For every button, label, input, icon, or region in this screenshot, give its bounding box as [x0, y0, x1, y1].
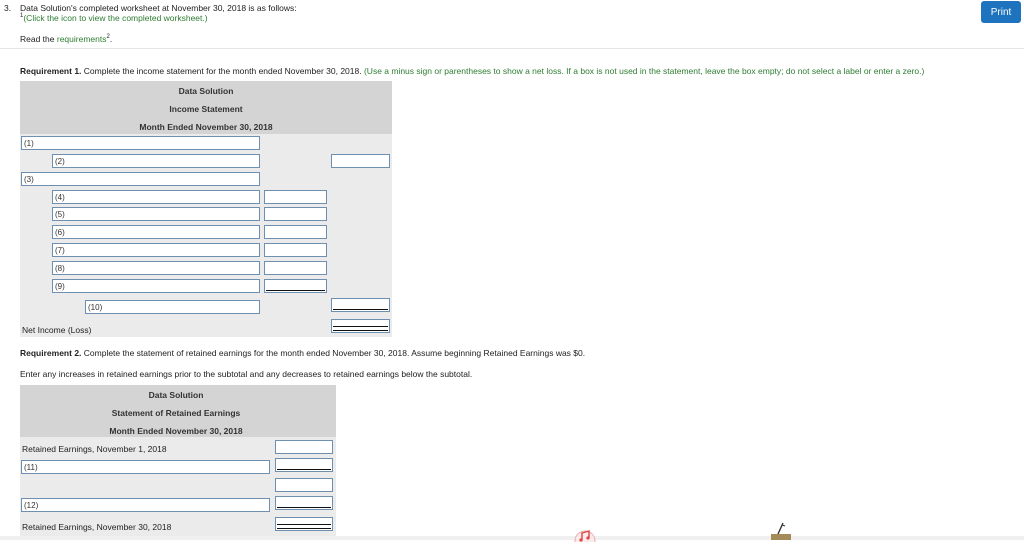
amount-input-8[interactable] — [264, 261, 327, 275]
beginning-retained-input[interactable] — [275, 440, 333, 454]
account-select-12[interactable]: (12) — [21, 498, 270, 512]
amount-input-5[interactable] — [264, 207, 327, 221]
amount-input-6[interactable] — [264, 225, 327, 239]
account-select-4[interactable]: (4) — [52, 190, 260, 204]
net-income-input[interactable] — [331, 319, 390, 333]
requirement-2-instructions: Requirement 2. Complete the statement of… — [20, 348, 585, 358]
amount-input-2[interactable] — [331, 154, 390, 168]
retained-statement-header: Data Solution Statement of Retained Earn… — [20, 385, 336, 437]
print-button[interactable]: Print — [981, 1, 1021, 23]
question-number: 3. — [4, 3, 12, 13]
req2-title: Requirement 2. — [20, 348, 82, 358]
amount-input-10[interactable] — [331, 298, 390, 312]
ending-retained-label: Retained Earnings, November 30, 2018 — [22, 522, 172, 532]
account-select-11[interactable]: (11) — [21, 460, 270, 474]
income-company-name: Data Solution — [178, 86, 234, 96]
req2-text: Complete the statement of retained earni… — [81, 348, 586, 358]
requirement-2-subtext: Enter any increases in retained earnings… — [20, 369, 473, 379]
account-select-5[interactable]: (5) — [52, 207, 260, 221]
subtotal-input[interactable] — [275, 478, 333, 492]
requirement-1-instructions: Requirement 1. Complete the income state… — [20, 66, 924, 76]
account-select-1[interactable]: (1) — [21, 136, 260, 150]
worksheet-note[interactable]: 1(Click the icon to view the completed w… — [20, 13, 208, 23]
account-select-10[interactable]: (10) — [85, 300, 260, 314]
account-select-2[interactable]: (2) — [52, 154, 260, 168]
retained-statement-title: Statement of Retained Earnings — [111, 408, 241, 418]
amount-input-12[interactable] — [275, 496, 333, 510]
read-requirements: Read the requirements2. — [20, 34, 112, 44]
retained-statement-period: Month Ended November 30, 2018 — [109, 426, 243, 436]
pencil-icon[interactable] — [770, 522, 792, 540]
amount-input-9[interactable] — [264, 279, 327, 293]
income-statement-header: Data Solution Income Statement Month End… — [20, 81, 392, 134]
read-prefix: Read the — [20, 34, 57, 44]
account-select-7[interactable]: (7) — [52, 243, 260, 257]
requirements-link[interactable]: requirements — [57, 34, 107, 44]
amount-input-4[interactable] — [264, 190, 327, 204]
beginning-retained-label: Retained Earnings, November 1, 2018 — [22, 444, 167, 454]
account-select-9[interactable]: (9) — [52, 279, 260, 293]
req1-title: Requirement 1. — [20, 66, 82, 76]
bottom-toolbar — [0, 536, 1024, 540]
amount-input-11[interactable] — [275, 458, 333, 472]
account-select-8[interactable]: (8) — [52, 261, 260, 275]
ending-retained-input[interactable] — [275, 517, 333, 531]
retained-company-name: Data Solution — [148, 390, 204, 400]
header-divider — [0, 48, 1024, 49]
income-statement-title: Income Statement — [169, 104, 243, 114]
account-select-6[interactable]: (6) — [52, 225, 260, 239]
amount-input-7[interactable] — [264, 243, 327, 257]
req1-note: (Use a minus sign or parentheses to show… — [363, 66, 925, 76]
net-income-label: Net Income (Loss) — [22, 325, 92, 335]
income-statement-period: Month Ended November 30, 2018 — [139, 122, 273, 132]
worksheet-link[interactable]: (Click the icon to view the completed wo… — [23, 13, 207, 23]
question-text: Data Solution's completed worksheet at N… — [20, 3, 297, 13]
req1-text: Complete the income statement for the mo… — [81, 66, 364, 76]
account-select-3[interactable]: (3) — [21, 172, 260, 186]
read-suffix: . — [109, 34, 113, 44]
